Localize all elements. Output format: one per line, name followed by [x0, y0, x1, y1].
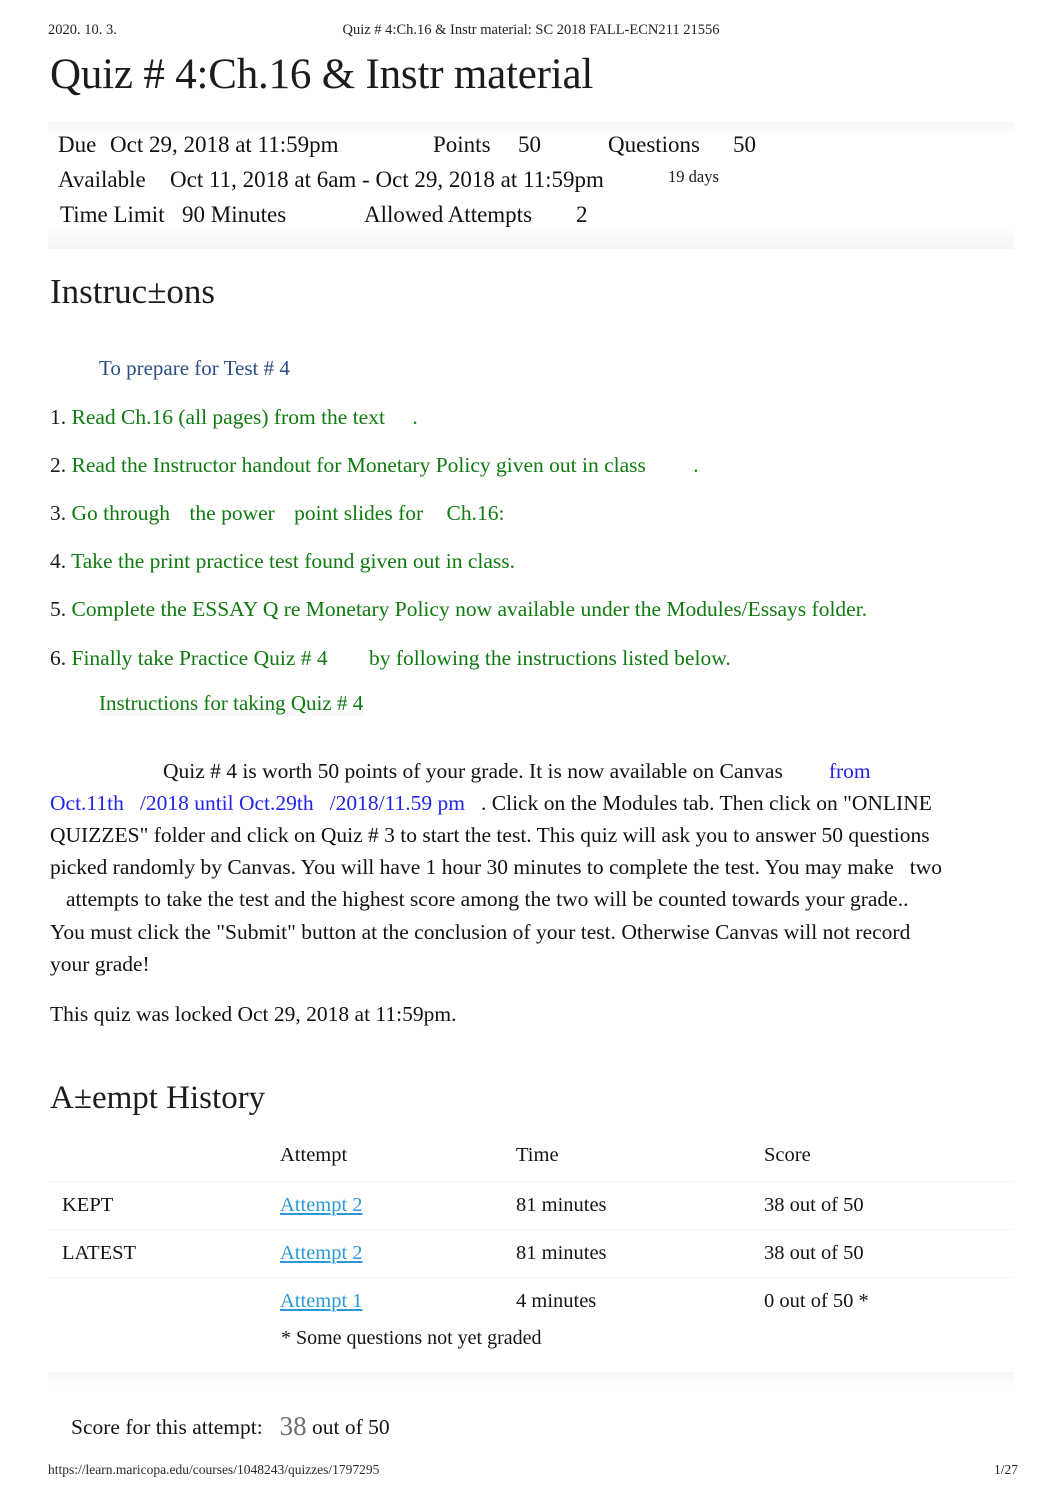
due-label: Due — [58, 132, 97, 157]
row-time: 81 minutes — [516, 1229, 764, 1278]
quiz-details-row-available: Available Oct 11, 2018 at 6am - Oct 29, … — [48, 167, 1014, 202]
allowed-attempts-value: 2 — [576, 202, 588, 227]
instruction-item-1: 1. Read Ch.16 (all pages) from the text … — [50, 405, 418, 430]
row-blank-badge — [48, 1278, 280, 1326]
instruction-item-3-text-d: Ch.16: — [446, 501, 505, 525]
column-header-time: Time — [516, 1140, 764, 1182]
instruction-item-3-text-a: Go through — [71, 501, 171, 525]
score-suffix: out of 50 — [312, 1415, 390, 1439]
questions-label: Questions — [608, 132, 700, 157]
attempt-link[interactable]: Attempt 2 — [280, 1242, 363, 1264]
column-header-attempt: Attempt — [280, 1140, 516, 1182]
taking-quiz-heading: Instructions for taking Quiz # 4 — [99, 691, 364, 716]
score-summary: Score for this attempt: 38 out of 50 — [71, 1411, 390, 1442]
row-score: 38 out of 50 — [764, 1181, 1014, 1230]
instruction-item-4: 4. Take the print practice test found gi… — [50, 549, 515, 574]
table-row: KEPT Attempt 2 81 minutes 38 out of 50 — [48, 1181, 1014, 1230]
instruction-item-5: 5. Complete the ESSAY Q re Monetary Poli… — [50, 597, 867, 622]
instructions-heading: Instruc±ons — [50, 272, 216, 311]
table-row: LATEST Attempt 2 81 minutes 38 out of 50 — [48, 1229, 1014, 1278]
table-row: Attempt 1 4 minutes 0 out of 50 * — [48, 1278, 1014, 1326]
print-page: 2020. 10. 3. Quiz # 4:Ch.16 & Instr mate… — [0, 0, 1062, 1506]
score-label: Score for this attempt: — [71, 1415, 263, 1439]
footer-url: https://learn.maricopa.edu/courses/10482… — [48, 1462, 380, 1477]
instruction-item-2-trailing: . — [693, 453, 699, 477]
allowed-attempts-label: Allowed Attempts — [364, 202, 533, 227]
questions-value: 50 — [733, 132, 756, 157]
page-title: Quiz # 4:Ch.16 & Instr material — [50, 51, 594, 98]
footer-page-number: 1/27 — [993, 1462, 1018, 1477]
attempt-history-heading: A±empt History — [50, 1080, 266, 1116]
instruction-item-1-text: Read Ch.16 (all pages) from the text — [71, 405, 385, 429]
instruction-item-6: 6. Finally take Practice Quiz # 4 by fol… — [50, 646, 731, 671]
quiz-details-block: Due Oct 29, 2018 at 11:59pm Points 50 Qu… — [48, 122, 1014, 249]
available-label: Available — [58, 167, 146, 192]
instruction-item-6-text: Finally take Practice Quiz # 4 — [71, 646, 328, 670]
prepare-for-test-line: To prepare for Test # 4 — [99, 356, 290, 380]
instruction-item-4-number: 4. — [50, 549, 67, 573]
availability-link-start-date: Oct.11th — [50, 790, 124, 815]
row-latest-badge: LATEST — [48, 1229, 280, 1278]
availability-link-from: from — [828, 758, 871, 783]
attempt-link[interactable]: Attempt 2 — [280, 1194, 363, 1216]
quiz-details-row-time-limit: Time Limit 90 Minutes Allowed Attempts 2 — [48, 202, 1014, 237]
attempt-history-table: Attempt Time Score KEPT Attempt 2 81 min… — [48, 1140, 1014, 1325]
time-limit-value: 90 Minutes — [182, 202, 287, 227]
ungraded-footnote: * Some questions not yet graded — [281, 1327, 542, 1349]
availability-link-end-time: /2018/11.59 pm — [329, 790, 466, 815]
instruction-item-3-number: 3. — [50, 501, 67, 525]
time-limit-label: Time Limit — [60, 202, 165, 227]
instruction-item-6-number: 6. — [50, 646, 67, 670]
instruction-item-4-text: Take the print practice test found given… — [71, 549, 516, 573]
due-value: Oct 29, 2018 at 11:59pm — [110, 132, 339, 157]
instruction-item-3-text-c: point slides for — [294, 501, 424, 525]
points-value: 50 — [518, 132, 541, 157]
paragraph-part-3: two — [909, 855, 943, 880]
instruction-item-5-number: 5. — [50, 597, 67, 621]
column-header-score: Score — [764, 1140, 1014, 1182]
paragraph-part-1: Quiz # 4 is worth 50 points of your grad… — [163, 758, 783, 783]
paragraph-part-4: attempts to take the test and the highes… — [66, 887, 909, 912]
instruction-item-3-text-b: the power — [189, 501, 275, 525]
print-header: 2020. 10. 3. Quiz # 4:Ch.16 & Instr mate… — [0, 22, 1062, 44]
row-time: 4 minutes — [516, 1290, 597, 1312]
instruction-item-5-text: Complete the ESSAY Q re Monetary Policy … — [71, 597, 868, 621]
row-time: 81 minutes — [516, 1181, 764, 1230]
quiz-details-row-due: Due Oct 29, 2018 at 11:59pm Points 50 Qu… — [48, 132, 1014, 167]
paragraph-part-5: You must click the "Submit" button at th… — [50, 919, 911, 976]
instruction-item-6-trailing: by following the instructions listed bel… — [369, 646, 731, 670]
column-header-kept — [48, 1140, 280, 1182]
row-score: 0 out of 50 * — [764, 1290, 869, 1312]
instruction-item-1-number: 1. — [50, 405, 67, 429]
available-value: Oct 11, 2018 at 6am - Oct 29, 2018 at 11… — [170, 167, 604, 192]
available-duration: 19 days — [668, 167, 719, 186]
table-header-row: Attempt Time Score — [48, 1140, 1014, 1182]
print-doc-title: Quiz # 4:Ch.16 & Instr material: SC 2018… — [342, 22, 720, 38]
instruction-item-1-trailing: . — [412, 405, 418, 429]
print-footer: https://learn.maricopa.edu/courses/10482… — [0, 1462, 1062, 1482]
points-label: Points — [433, 132, 491, 157]
attempt-link[interactable]: Attempt 1 — [280, 1290, 363, 1312]
quiz-locked-note: This quiz was locked Oct 29, 2018 at 11:… — [50, 1002, 457, 1026]
instruction-item-2-text: Read the Instructor handout for Monetary… — [71, 453, 646, 477]
instructions-paragraph: Quiz # 4 is worth 50 points of your grad… — [50, 755, 945, 980]
instruction-item-3: 3. Go through the power point slides for… — [50, 501, 505, 526]
row-kept-badge: KEPT — [48, 1181, 280, 1230]
score-value: 38 — [279, 1411, 307, 1441]
row-score: 38 out of 50 — [764, 1229, 1014, 1278]
availability-link-until: /2018 until Oct.29th — [139, 790, 314, 815]
instruction-item-2-number: 2. — [50, 453, 67, 477]
instruction-item-2: 2. Read the Instructor handout for Monet… — [50, 453, 699, 478]
